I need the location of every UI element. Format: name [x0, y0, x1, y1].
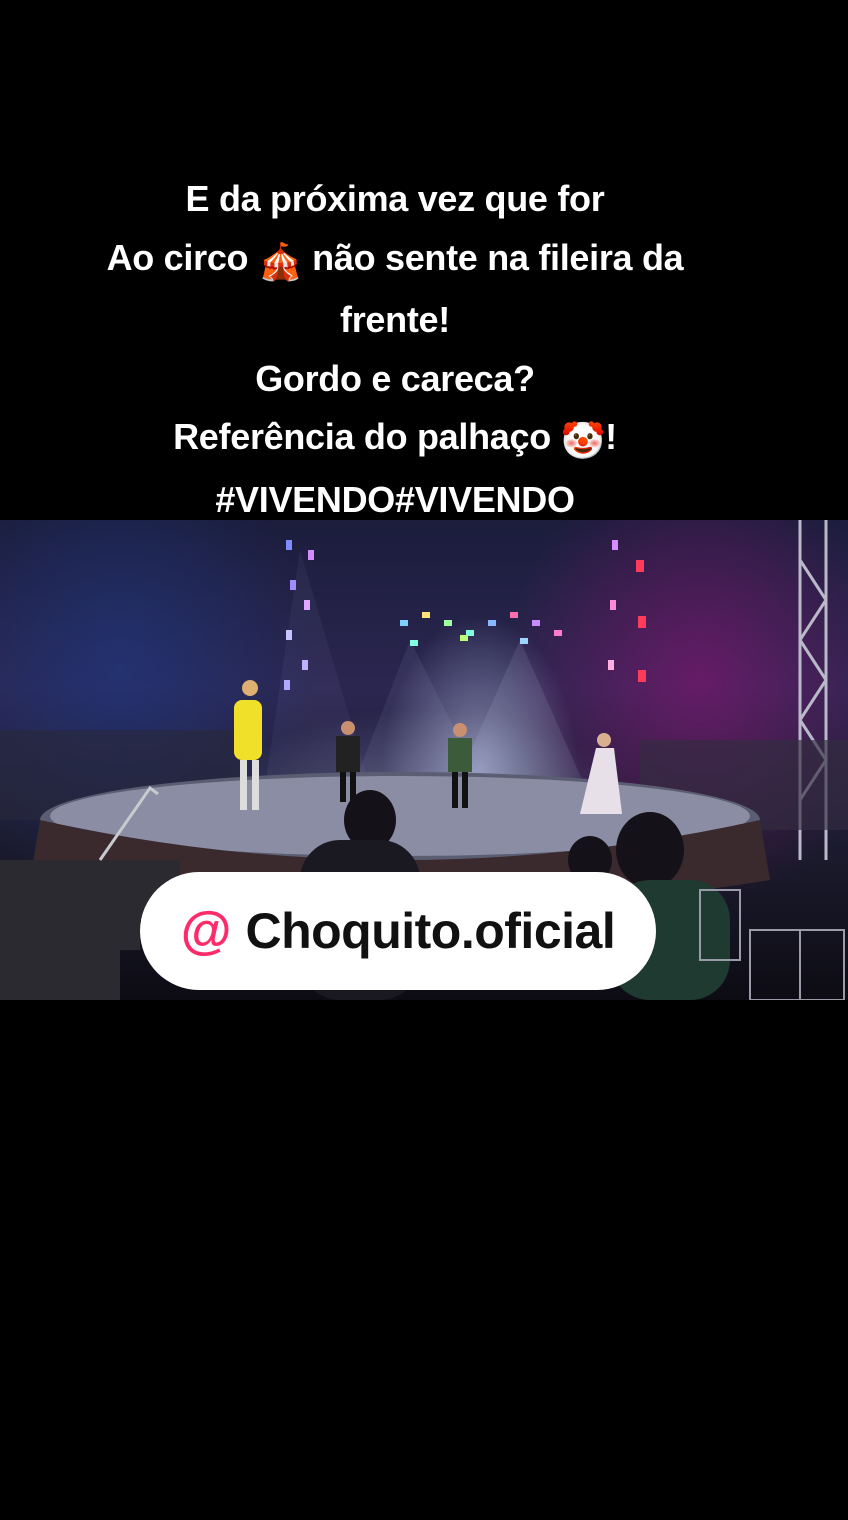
video-caption: E da próxima vez que for Ao circo 🎪 não … — [0, 170, 790, 529]
stage-light-row — [400, 612, 562, 646]
caption-text-exclamation: ! — [605, 416, 617, 457]
creator-handle-badge[interactable]: @ Choquito.oficial — [140, 872, 656, 990]
caption-text-referencia: Referência do palhaço — [173, 416, 551, 457]
clown-face-icon: 🤡 — [560, 420, 606, 461]
caption-line-5: Referência do palhaço 🤡! — [0, 408, 790, 471]
caption-line-1: E da próxima vez que for — [185, 178, 605, 219]
caption-line-3: frente! — [340, 299, 450, 340]
at-sign-icon: @ — [180, 902, 232, 960]
performer-in-white-dress — [580, 733, 622, 814]
caption-line-2: Ao circo 🎪 não sente na fileira da — [0, 229, 790, 292]
caption-text-nao-sente: não sente na fileira da — [312, 236, 684, 278]
caption-text-circo: Ao circo — [106, 236, 249, 278]
circus-tent-icon: 🎪 — [257, 240, 303, 282]
right-light-column — [608, 540, 646, 682]
spectator-head — [616, 812, 684, 888]
caption-line-4: Gordo e careca? — [255, 357, 535, 399]
creator-username[interactable]: Choquito.oficial — [245, 902, 615, 960]
